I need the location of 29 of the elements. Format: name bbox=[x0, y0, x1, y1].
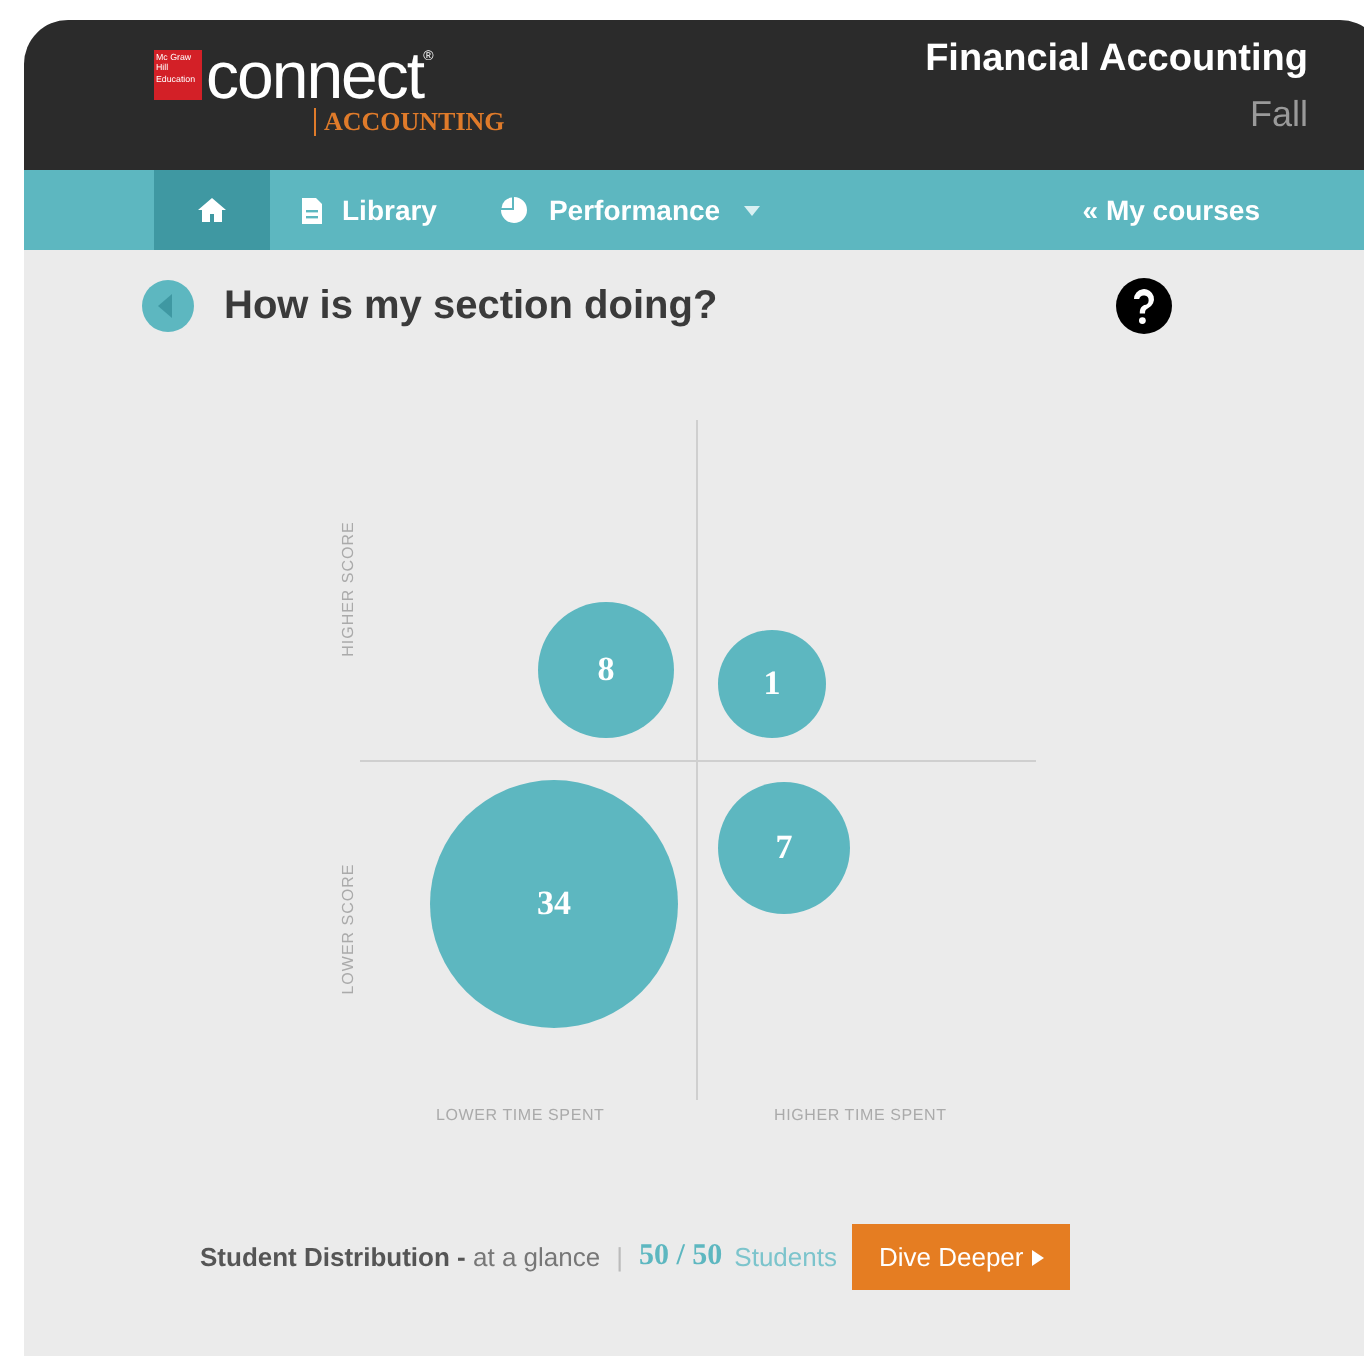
nav-tab[interactable]: Performance bbox=[468, 170, 793, 250]
nav-tab[interactable] bbox=[154, 170, 270, 250]
distribution-summary: Student Distribution - at a glance bbox=[200, 1242, 601, 1272]
student-ratio: 50 / 50 bbox=[638, 1240, 723, 1274]
axis-label: LOWER TIME SPENT bbox=[436, 1106, 605, 1124]
bubble[interactable]: 8 bbox=[537, 601, 675, 739]
bubble[interactable]: 1 bbox=[717, 629, 827, 739]
dive-deeper-button[interactable]: Dive Deeper bbox=[852, 1224, 1070, 1290]
home-icon bbox=[198, 198, 226, 222]
course-title: Financial Accounting bbox=[925, 38, 1308, 82]
bubble[interactable]: 7 bbox=[717, 781, 851, 915]
product-name: ACCOUNTING bbox=[324, 106, 505, 138]
document-icon bbox=[302, 197, 322, 223]
separator: | bbox=[616, 1242, 623, 1272]
nav-tab[interactable]: Library bbox=[270, 170, 469, 250]
help-icon[interactable] bbox=[1114, 276, 1174, 336]
bubble[interactable]: 34 bbox=[429, 779, 679, 1029]
logo-wordmark: connect bbox=[206, 50, 424, 102]
axis-label: HIGHER SCORE bbox=[339, 519, 357, 661]
course-term: Fall bbox=[1247, 94, 1308, 136]
my-courses-link[interactable]: « My courses bbox=[1082, 194, 1260, 226]
page-title: How is my section doing? bbox=[224, 283, 718, 329]
axis-label: HIGHER TIME SPENT bbox=[774, 1106, 947, 1124]
pie-chart-icon bbox=[500, 196, 529, 224]
axis-label: LOWER SCORE bbox=[339, 861, 357, 999]
students-label: Students bbox=[734, 1242, 837, 1272]
back-icon[interactable] bbox=[140, 278, 196, 334]
caret-icon bbox=[744, 205, 761, 215]
play-icon bbox=[1031, 1249, 1044, 1265]
